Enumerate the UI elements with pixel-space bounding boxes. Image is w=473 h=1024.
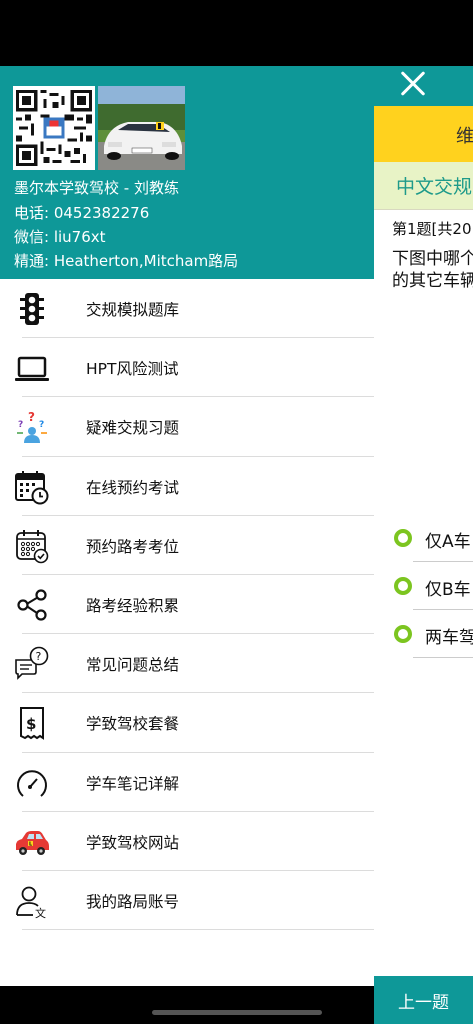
menu-item-road-test-experience[interactable]: 路考经验积累 [0,575,374,635]
yellow-tab-label: 维 [456,126,473,147]
menu-item-label: 预约路考考位 [86,537,180,556]
menu-item-difficult-questions[interactable]: ??? 疑难交规习题 [0,397,374,457]
menu-item-label: 路考经验积累 [86,596,180,615]
divider [413,561,473,562]
divider [22,929,374,931]
menu-item-label: 学车笔记详解 [86,774,180,793]
traffic-light-icon [14,291,50,327]
qr-code-icon [13,86,95,170]
answer-option[interactable]: 仅A车 [392,516,473,562]
menu-item-faq[interactable]: ? 常见问题总结 [0,634,374,694]
background-green-tab[interactable]: 中文交规 [374,162,473,210]
menu-item-label: HPT风险测试 [86,360,179,379]
question-text: 下图中哪个 的其它车辆 [392,248,473,292]
user-language-icon: 文 [14,883,50,919]
menu-item-label: 学致驾校网站 [86,833,180,852]
drawer-header: 墨尔本学致驾校 - 刘教练 电话: 0452382276 微信: liu76xt… [0,66,374,279]
svg-text:?: ? [39,420,44,430]
answer-option[interactable]: 两车驾 [392,612,473,658]
menu-item-traffic-rules-bank[interactable]: 交规模拟题库 [0,279,374,339]
question-number: 第1题[共20 [392,220,472,238]
question-text-line: 的其它车辆 [392,271,473,291]
menu-item-driving-notes[interactable]: 学车笔记详解 [0,753,374,812]
radio-button[interactable] [394,577,412,595]
menu-item-label: 交规模拟题库 [86,301,180,319]
speedometer-icon [14,765,50,801]
svg-text:?: ? [36,650,42,663]
phone-number[interactable]: 电话: 0452382276 [14,202,149,223]
status-bar [0,0,473,66]
drawer-menu: 交规模拟题库 HPT风险测试 ??? 疑难交规习题 在线预约考试 预约路考考位 … [0,279,374,931]
answer-option[interactable]: 仅B车 [392,564,473,610]
menu-item-website[interactable]: L 学致驾校网站 [0,812,374,871]
home-indicator [152,1010,322,1015]
answer-option-label: 仅A车 [425,532,471,552]
menu-item-account[interactable]: 文 我的路局账号 [0,871,374,931]
radio-button[interactable] [394,529,412,547]
menu-item-packages[interactable]: $ 学致驾校套餐 [0,693,374,753]
green-tab-label: 中文交规 [396,176,473,198]
menu-item-book-road-test[interactable]: 预约路考考位 [0,516,374,575]
svg-text:?: ? [18,420,23,430]
laptop-icon [14,350,50,386]
svg-text:文: 文 [35,906,46,919]
divider [413,609,473,610]
answer-option-label: 两车驾 [425,628,473,648]
menu-item-hpt-test[interactable]: HPT风险测试 [0,338,374,398]
chat-question-icon: ? [14,646,50,682]
radio-button[interactable] [394,625,412,643]
wechat-id: 微信: liu76xt [14,228,106,246]
menu-item-label: 学致驾校套餐 [86,715,180,734]
calendar-clock-icon [14,469,50,505]
red-car-icon: L [14,824,50,860]
svg-text:$: $ [26,715,36,733]
navigation-drawer: 墨尔本学致驾校 - 刘教练 电话: 0452382276 微信: liu76xt… [0,66,374,986]
calendar-check-icon [14,528,50,564]
menu-item-label: 常见问题总结 [86,656,180,675]
close-icon[interactable] [395,66,431,102]
school-name: 墨尔本学致驾校 - 刘教练 [14,179,179,197]
share-icon [14,587,50,623]
background-yellow-tab[interactable]: 维 [374,106,473,162]
svg-text:?: ? [28,410,35,424]
divider [413,657,473,658]
question-person-icon: ??? [14,409,50,445]
car-photo [98,86,185,170]
menu-item-label: 在线预约考试 [86,478,180,497]
previous-question-button[interactable]: 上一题 [374,976,473,1024]
answer-option-label: 仅B车 [425,580,471,600]
specialty-text: 精通: Heatherton,Mitcham路局 [14,252,239,270]
receipt-dollar-icon: $ [14,705,50,741]
question-text-line: 下图中哪个 [392,249,473,269]
menu-item-label: 疑难交规习题 [86,419,180,438]
menu-item-book-exam[interactable]: 在线预约考试 [0,457,374,516]
previous-question-label: 上一题 [398,993,449,1013]
menu-item-label: 我的路局账号 [86,892,180,911]
